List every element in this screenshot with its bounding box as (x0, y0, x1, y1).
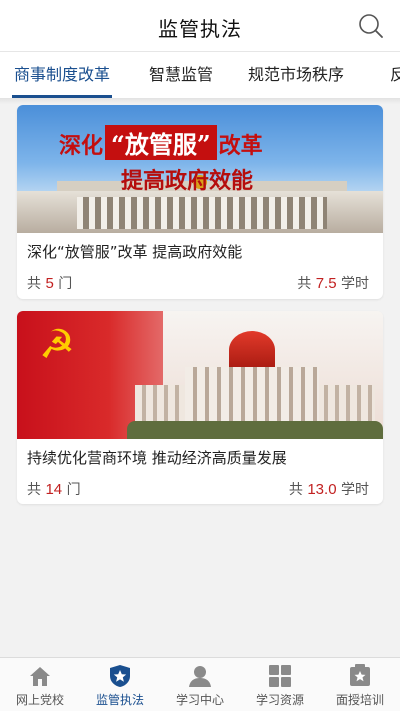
tab-divider (0, 98, 400, 104)
course-count: 共 5 门 (27, 275, 73, 292)
category-tabs: 商事制度改革 智慧监管 规范市场秩序 反 (0, 52, 400, 98)
tabbar-face-training[interactable]: 面授培训 (320, 658, 400, 711)
course-title: 深化“放管服”改革 提高政府效能 (27, 243, 243, 261)
shield-star-icon (110, 665, 130, 687)
banner-subheadline: 提高政府效能 (121, 168, 254, 194)
course-hours: 共 13.0 学时 (288, 481, 369, 498)
page-title: 监管执法 (158, 17, 242, 41)
home-icon (30, 667, 50, 686)
course-hours: 共 7.5 学时 (297, 275, 369, 292)
tab-business-reform[interactable]: 商事制度改革 (11, 52, 113, 98)
course-banner-image: 深化 “放管服” 改革 提高政府效能 (17, 105, 383, 233)
banner-headline: 深化 “放管服” 改革 (59, 125, 263, 160)
tabbar-learning-resources[interactable]: 学习资源 (240, 658, 320, 711)
board-star-icon (350, 664, 370, 686)
search-icon[interactable] (358, 13, 384, 39)
tabbar-learning-center[interactable]: 学习中心 (160, 658, 240, 711)
tab-partial[interactable]: 反 (390, 52, 400, 98)
course-count: 共 14 门 (27, 481, 81, 498)
course-title: 持续优化营商环境 推动经济高质量发展 (27, 449, 287, 467)
tab-market-order[interactable]: 规范市场秩序 (248, 52, 344, 98)
course-banner-image: ☭ (17, 311, 383, 439)
party-flag-icon: ☭ (39, 322, 75, 368)
course-card[interactable]: 深化 “放管服” 改革 提高政府效能 深化“放管服”改革 提高政府效能 共 5 门 … (17, 105, 383, 299)
grid-icon (269, 665, 291, 687)
user-icon (189, 666, 211, 687)
tab-smart-supervision[interactable]: 智慧监管 (149, 52, 213, 98)
tabbar-online-school[interactable]: 网上党校 (0, 658, 80, 711)
course-card[interactable]: ☭ 持续优化营商环境 推动经济高质量发展 共 14 门 共 13.0 学时 (17, 311, 383, 504)
top-bar: 监管执法 (0, 0, 400, 52)
tabbar-supervision[interactable]: 监管执法 (80, 658, 160, 711)
bottom-tab-bar: 网上党校 监管执法 学习中心 学习资源 面授培训 (0, 657, 400, 711)
